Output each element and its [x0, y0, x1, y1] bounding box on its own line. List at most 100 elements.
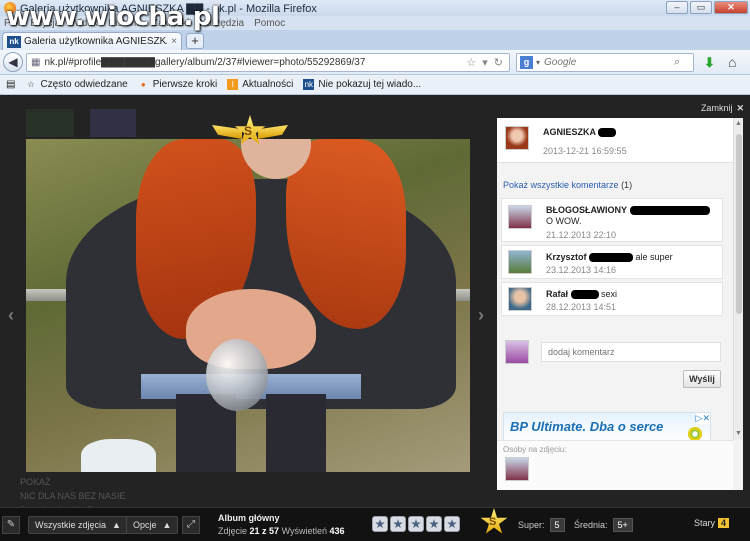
- menu-help[interactable]: Pomoc: [254, 18, 285, 29]
- bp-logo-icon: [688, 427, 702, 441]
- super-star-icon[interactable]: S: [474, 508, 514, 540]
- reload-icon[interactable]: ↻: [494, 56, 503, 69]
- star-icon: ☆: [27, 80, 35, 89]
- minimize-button[interactable]: –: [666, 1, 688, 14]
- comment-text: Rafał sexi: [546, 289, 618, 300]
- tab-strip: nk Galeria użytkownika AGNIESZKA ▇▇ - nk…: [0, 30, 750, 50]
- download-icon[interactable]: ⬇: [704, 55, 715, 71]
- scrollbar-thumb[interactable]: [736, 134, 742, 314]
- comments-panel: AGNIESZKA 2013-12-21 16:59:55 Pokaż wszy…: [497, 118, 743, 490]
- commenter-avatar[interactable]: [508, 250, 532, 274]
- bookmarks-menu-icon[interactable]: ▤: [6, 79, 15, 90]
- photo-position: 21 z 57: [249, 526, 280, 536]
- album-meta: Zdjęcie 21 z 57 Wyświetleń 436: [218, 526, 345, 536]
- tab-close-icon[interactable]: ×: [171, 36, 177, 47]
- site-identity-icon[interactable]: ▦: [31, 57, 40, 68]
- firefox-icon: ●: [140, 80, 146, 89]
- tab-label: Galeria użytkownika AGNIESZKA ▇▇ - nk...: [24, 36, 168, 47]
- close-label[interactable]: Zamknij: [701, 103, 733, 114]
- show-all-comments-link[interactable]: Pokaż wszystkie komentarze (1): [503, 180, 632, 190]
- rate-star-5-icon[interactable]: [444, 516, 460, 532]
- comment-item: Rafał sexi 28.12.2013 14:51: [501, 282, 723, 316]
- close-window-button[interactable]: ✕: [714, 1, 748, 14]
- dropdown-arrow-icon[interactable]: ▾: [482, 56, 488, 69]
- tagged-person-avatar[interactable]: [505, 457, 529, 481]
- comment-input[interactable]: [541, 342, 721, 362]
- url-actions: ☆ ▾ ↻: [466, 56, 509, 69]
- nk-favicon-icon: nk: [7, 35, 21, 48]
- owner-avatar[interactable]: [505, 126, 529, 150]
- google-icon[interactable]: g: [520, 56, 533, 69]
- redaction: [629, 206, 710, 216]
- older-photo-link[interactable]: Stary 4: [694, 518, 730, 528]
- commenter-avatar[interactable]: [508, 287, 532, 311]
- tab-gallery[interactable]: nk Galeria użytkownika AGNIESZKA ▇▇ - nk…: [2, 32, 182, 50]
- url-bar[interactable]: ▦ nk.pl/#profile▇▇▇▇▇▇▇gallery/album/2/3…: [26, 53, 510, 72]
- ad-choices-icon[interactable]: ▷✕: [695, 413, 710, 424]
- redaction: [598, 128, 617, 138]
- close-icon[interactable]: ✕: [736, 103, 744, 114]
- scroll-up-icon[interactable]: ▲: [735, 120, 742, 127]
- settings-icon[interactable]: ✎: [2, 516, 20, 534]
- caret-up-icon: ▲: [162, 520, 172, 530]
- window-controls: – ▭ ✕: [666, 1, 748, 14]
- viewer-close[interactable]: Zamknij ✕: [701, 103, 744, 114]
- comment-date: 23.12.2013 14:16: [546, 265, 617, 275]
- scroll-down-icon[interactable]: ▼: [735, 430, 742, 437]
- album-title[interactable]: Album główny: [218, 512, 345, 525]
- next-photo-arrow-icon[interactable]: ›: [478, 305, 484, 326]
- background-thumbnail: [26, 109, 74, 137]
- rating-stars: [372, 516, 460, 532]
- redaction: [589, 253, 634, 263]
- ad-text[interactable]: BP Ultimate. Dba o serce: [510, 419, 663, 434]
- ad-banner[interactable]: BP Ultimate. Dba o serce ▷✕: [503, 412, 711, 442]
- background-thumbnail: [90, 109, 136, 137]
- rate-star-4-icon[interactable]: [426, 516, 442, 532]
- photo-leg: [266, 394, 326, 472]
- all-photos-button[interactable]: Wszystkie zdjęcia ▲: [28, 516, 128, 534]
- average-rating: Średnia: 5+: [574, 518, 633, 532]
- bookmark-news[interactable]: ⌇ Aktualności: [227, 79, 293, 90]
- bookmark-star-icon[interactable]: ☆: [466, 56, 476, 69]
- page-content: POKAŻ NIC DLA NAS BEZ NASIE Jesteś w śro…: [0, 95, 750, 541]
- bottom-toolbar: ✎ Wszystkie zdjęcia ▲ Opcje ▲ ⤢ Album gł…: [0, 507, 750, 541]
- navigation-bar: ◀ ▦ nk.pl/#profile▇▇▇▇▇▇▇gallery/album/2…: [0, 50, 750, 75]
- search-icon[interactable]: ⌕: [674, 56, 680, 69]
- people-on-photo: Osoby na zdjęciu:: [497, 440, 733, 490]
- bookmarks-toolbar: ▤ ☆ Często odwiedzane ● Pierwsze kroki ⌇ Ak…: [0, 75, 750, 95]
- home-icon[interactable]: ⌂: [728, 54, 736, 70]
- comment-text: BŁOGOSŁAWIONY O WOW.: [546, 205, 718, 227]
- comment-date: 28.12.2013 14:51: [546, 302, 617, 312]
- rate-star-1-icon[interactable]: [372, 516, 388, 532]
- new-tab-button[interactable]: +: [186, 33, 204, 49]
- maximize-button[interactable]: ▭: [690, 1, 712, 14]
- url-text[interactable]: nk.pl/#profile▇▇▇▇▇▇▇gallery/album/2/37#…: [44, 57, 466, 68]
- rate-star-2-icon[interactable]: [390, 516, 406, 532]
- send-comment-button[interactable]: Wyślij: [683, 370, 721, 388]
- fullscreen-icon[interactable]: ⤢: [182, 516, 200, 534]
- people-on-photo-label: Osoby na zdjęciu:: [503, 445, 567, 454]
- rss-icon: ⌇: [227, 79, 239, 90]
- prev-photo-arrow-icon[interactable]: ‹: [8, 305, 14, 326]
- nk-icon: nk: [303, 79, 315, 90]
- panel-scrollbar[interactable]: ▲ ▼: [733, 118, 743, 440]
- photo[interactable]: [26, 139, 470, 472]
- owner-name[interactable]: AGNIESZKA: [543, 127, 617, 138]
- back-button[interactable]: ◀: [3, 52, 23, 72]
- commenter-avatar[interactable]: [508, 205, 532, 229]
- caret-up-icon: ▲: [112, 520, 121, 530]
- bookmark-most-visited[interactable]: ☆ Często odwiedzane: [25, 79, 127, 90]
- search-bar: g ▾ ⌕: [516, 53, 694, 72]
- super-count: Super: 5: [518, 518, 565, 532]
- my-avatar: [505, 340, 529, 364]
- comment-item: BŁOGOSŁAWIONY O WOW. 21.12.2013 22:10: [501, 198, 723, 242]
- comment-text: Krzysztof ale super: [546, 252, 673, 263]
- watermark: www.wiocha.pl: [6, 2, 220, 32]
- options-button[interactable]: Opcje ▲: [126, 516, 179, 534]
- owner-header: AGNIESZKA 2013-12-21 16:59:55: [497, 118, 733, 163]
- search-input[interactable]: [544, 57, 675, 68]
- bookmark-nk[interactable]: nk Nie pokazuj tej wiado...: [303, 79, 421, 90]
- engine-dropdown-icon[interactable]: ▾: [536, 58, 540, 67]
- bookmark-getting-started[interactable]: ● Pierwsze kroki: [138, 79, 217, 90]
- rate-star-3-icon[interactable]: [408, 516, 424, 532]
